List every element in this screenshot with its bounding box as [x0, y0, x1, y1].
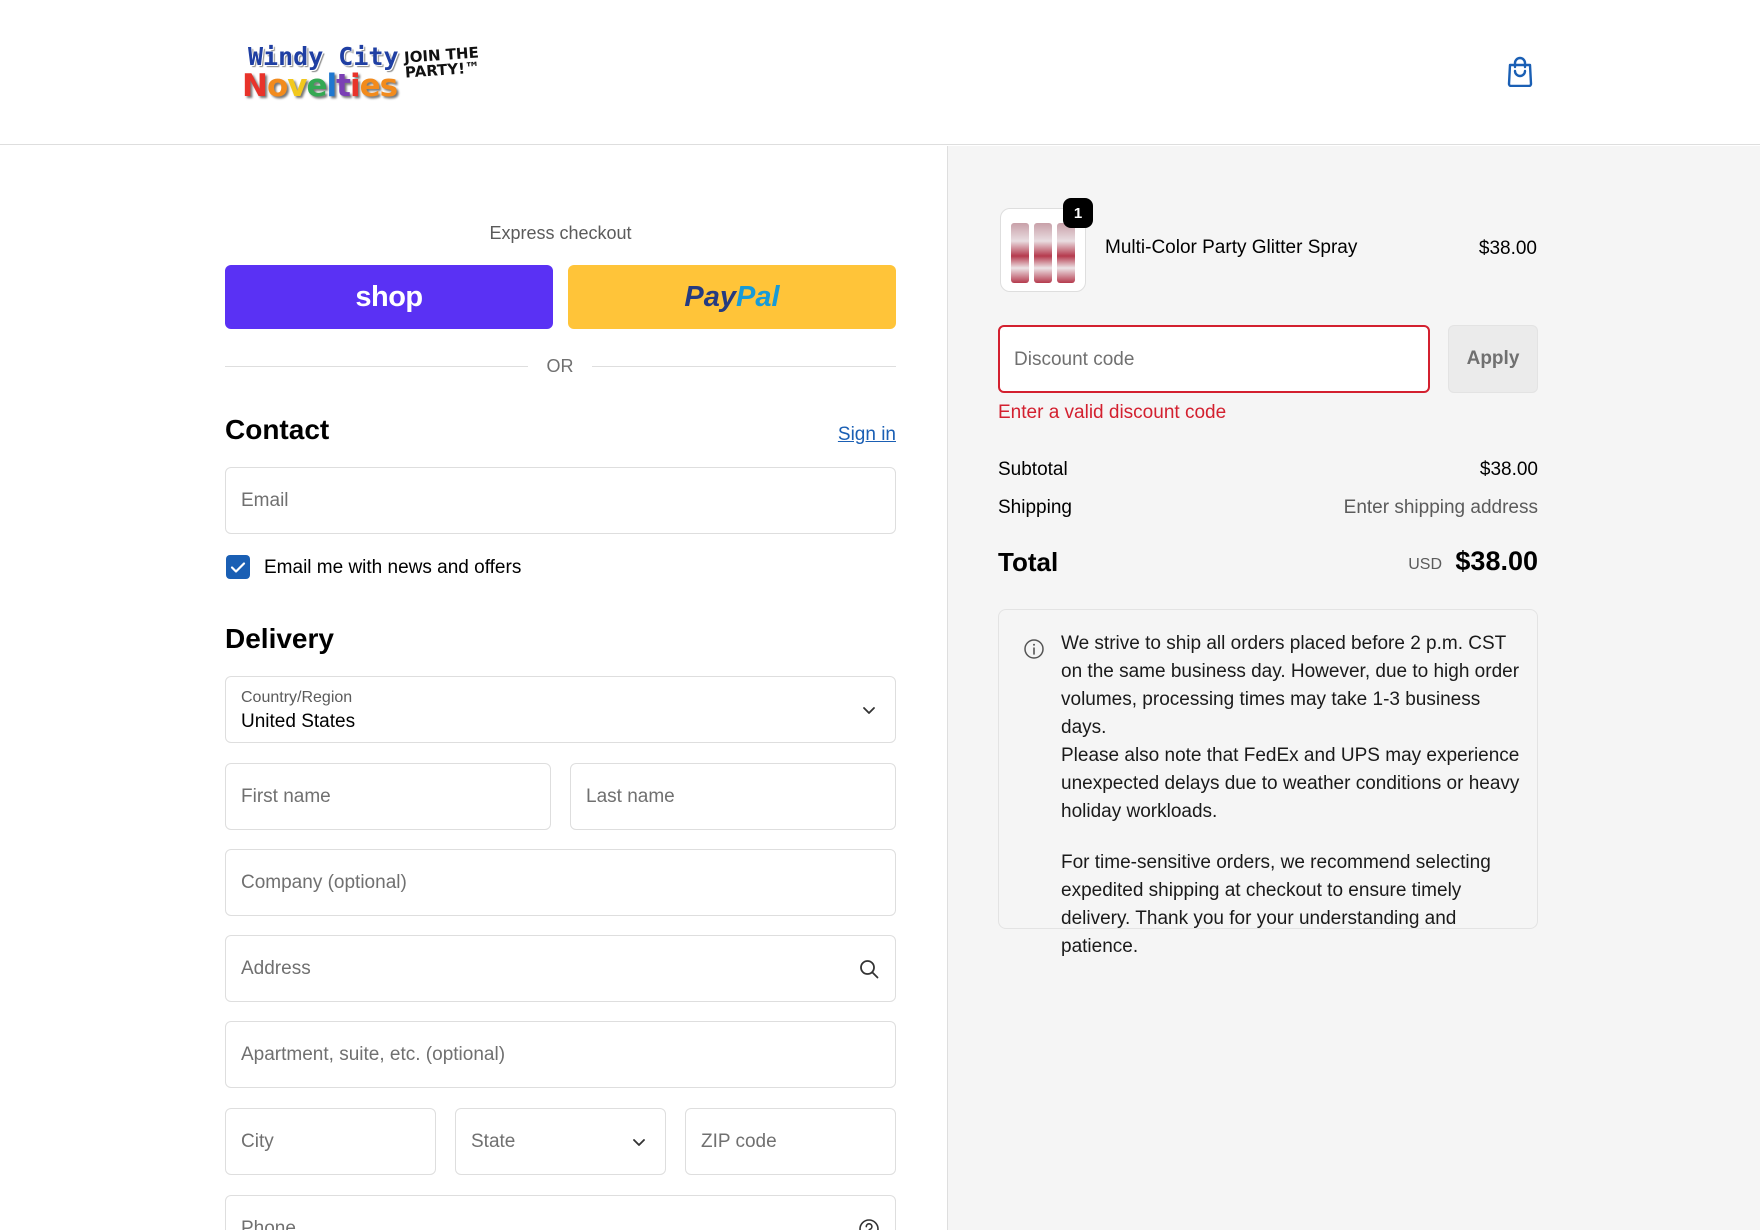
logo-line-1: Windy City — [248, 42, 399, 71]
subtotal-row: Subtotal $38.00 — [998, 459, 1538, 481]
sign-in-link[interactable]: Sign in — [780, 424, 896, 446]
chevron-down-icon — [633, 1139, 645, 1146]
chevron-down-icon — [863, 707, 875, 714]
news-offers-checkbox[interactable] — [226, 555, 250, 579]
shop-pay-button[interactable]: shop — [225, 265, 553, 329]
checkmark-icon — [230, 562, 246, 573]
phone-field[interactable]: Phone — [225, 1195, 896, 1230]
shipping-row: Shipping Enter shipping address — [998, 497, 1538, 519]
contact-heading: Contact — [225, 414, 330, 445]
delivery-heading: Delivery — [225, 623, 334, 654]
zip-placeholder: ZIP code — [701, 1131, 777, 1152]
shipping-label: Shipping — [998, 497, 1072, 518]
discount-placeholder: Discount code — [1014, 349, 1135, 370]
address-field[interactable]: Address — [225, 935, 896, 1002]
total-value: $38.00 — [1455, 546, 1538, 576]
site-header: Windy City Novelties JOIN THE PARTY!™ — [0, 0, 1760, 145]
zip-code-field[interactable]: ZIP code — [685, 1108, 896, 1175]
last-name-field[interactable]: Last name — [570, 763, 896, 830]
discount-code-input[interactable]: Discount code — [998, 325, 1430, 393]
discount-error-message: Enter a valid discount code — [998, 402, 1227, 423]
express-checkout-title: Express checkout — [489, 223, 632, 243]
total-currency: USD — [1408, 556, 1442, 573]
search-icon[interactable] — [858, 958, 880, 980]
or-label: OR — [546, 356, 574, 376]
paypal-button[interactable]: Pay Pal — [568, 265, 896, 329]
state-placeholder: State — [471, 1131, 516, 1152]
quantity-badge: 1 — [1063, 198, 1093, 228]
notice-paragraph-1: We strive to ship all orders placed befo… — [1061, 633, 1520, 738]
total-amount: $38.00 USD — [998, 546, 1538, 586]
first-name-field[interactable]: First name — [225, 763, 551, 830]
or-divider: OR — [225, 356, 896, 376]
last-name-placeholder: Last name — [586, 786, 675, 807]
notice-paragraph-3: For time-sensitive orders, we recommend … — [1061, 852, 1491, 957]
help-question-icon[interactable] — [858, 1218, 880, 1230]
info-icon — [1024, 639, 1044, 659]
apartment-placeholder: Apartment, suite, etc. (optional) — [241, 1044, 506, 1065]
checkout-form-column: Express checkout shop Pay Pal OR Contact … — [0, 146, 947, 1230]
notice-paragraph-2: Please also note that FedEx and UPS may … — [1061, 745, 1520, 822]
paypal-label-part-1: Pay — [684, 280, 737, 313]
news-offers-label: Email me with news and offers — [264, 557, 522, 578]
country-value: United States — [241, 711, 356, 732]
apartment-field[interactable]: Apartment, suite, etc. (optional) — [225, 1021, 896, 1088]
company-placeholder: Company (optional) — [241, 872, 407, 893]
email-placeholder: Email — [241, 490, 289, 511]
email-field[interactable]: Email — [225, 467, 896, 534]
subtotal-label: Subtotal — [998, 459, 1068, 480]
company-field[interactable]: Company (optional) — [225, 849, 896, 916]
paypal-label-part-2: Pal — [736, 280, 780, 313]
order-summary-column: 1 Multi-Color Party Glitter Spray Discou… — [948, 146, 1760, 1230]
logo-tagline: JOIN THE PARTY!™ — [403, 43, 481, 82]
city-field[interactable]: City — [225, 1108, 436, 1175]
subtotal-value: $38.00 — [1479, 459, 1538, 480]
product-price: $38.00 — [1478, 238, 1537, 259]
product-name: Multi-Color Party Glitter Spray — [1105, 237, 1358, 258]
address-placeholder: Address — [241, 958, 311, 979]
first-name-placeholder: First name — [241, 786, 331, 807]
shopping-bag-icon[interactable] — [1505, 55, 1535, 87]
city-placeholder: City — [241, 1131, 274, 1152]
shipping-value: Enter shipping address — [1343, 497, 1538, 518]
country-label: Country/Region — [241, 689, 353, 706]
state-select[interactable]: State — [455, 1108, 666, 1175]
shipping-notice-box: We strive to ship all orders placed befo… — [998, 609, 1538, 957]
country-region-select[interactable]: Country/Region United States — [225, 676, 896, 743]
logo-line-2: Novelties — [242, 68, 398, 104]
store-logo[interactable]: Windy City Novelties JOIN THE PARTY!™ — [240, 40, 481, 108]
apply-discount-button[interactable]: Apply — [1448, 325, 1538, 393]
phone-placeholder: Phone — [241, 1218, 296, 1230]
